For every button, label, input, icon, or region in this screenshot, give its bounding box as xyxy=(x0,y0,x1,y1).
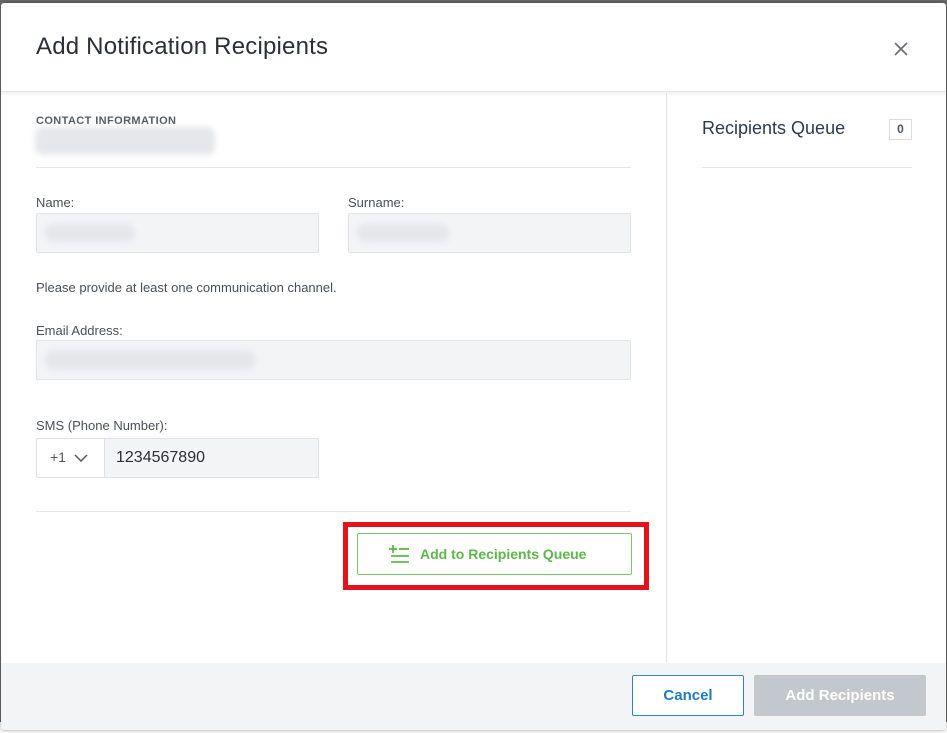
recipients-queue-panel: Recipients Queue 0 xyxy=(666,93,946,663)
email-field[interactable] xyxy=(36,340,631,380)
contact-form: CONTACT INFORMATION Name: Surname: Pleas… xyxy=(1,93,666,663)
name-field[interactable] xyxy=(36,213,319,253)
country-code-value: +1 xyxy=(50,449,66,465)
queue-title: Recipients Queue xyxy=(702,118,846,138)
add-recipients-button[interactable]: Add Recipients xyxy=(754,675,926,716)
queue-count-badge: 0 xyxy=(889,119,912,140)
sms-label: SMS (Phone Number): xyxy=(36,418,168,433)
add-list-icon xyxy=(389,545,409,563)
divider xyxy=(36,167,631,168)
close-icon xyxy=(894,42,908,56)
surname-label: Surname: xyxy=(348,195,405,210)
divider xyxy=(36,511,631,512)
modal-footer: Cancel Add Recipients xyxy=(1,663,946,730)
country-code-select[interactable]: +1 xyxy=(36,438,105,478)
surname-field[interactable] xyxy=(348,213,631,253)
add-recipients-modal: Add Notification Recipients CONTACT INFO… xyxy=(1,3,946,730)
section-label: CONTACT INFORMATION xyxy=(36,115,177,127)
modal-title: Add Notification Recipients xyxy=(36,33,329,60)
channel-hint: Please provide at least one communicatio… xyxy=(36,280,337,295)
close-button[interactable] xyxy=(888,36,914,62)
chevron-down-icon xyxy=(74,454,88,463)
cancel-button[interactable]: Cancel xyxy=(632,675,744,716)
redacted-email xyxy=(45,350,255,370)
divider xyxy=(702,167,912,168)
add-to-queue-button[interactable]: Add to Recipients Queue xyxy=(357,533,632,575)
redacted-contact-info xyxy=(35,127,215,155)
modal-header: Add Notification Recipients xyxy=(1,3,946,92)
phone-number-field[interactable]: 1234567890 xyxy=(105,438,319,478)
name-label: Name: xyxy=(36,195,75,210)
redacted-name xyxy=(45,224,135,242)
email-label: Email Address: xyxy=(36,323,123,338)
add-to-queue-label: Add to Recipients Queue xyxy=(420,546,587,562)
redacted-surname xyxy=(357,224,449,242)
